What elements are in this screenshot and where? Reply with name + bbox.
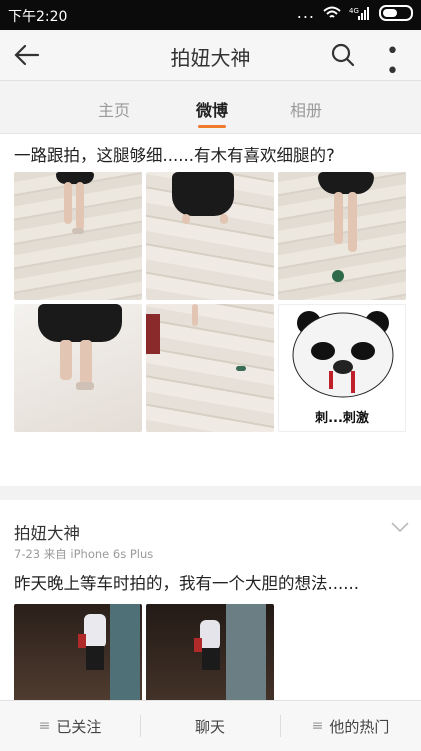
followed-label: 已关注: [56, 717, 102, 736]
svg-text:4G: 4G: [349, 7, 359, 15]
chat-label: 聊天: [194, 717, 225, 736]
bottom-toolbar: ≡ 已关注 聊天 ≡ 他的热门: [0, 700, 421, 751]
chat-button[interactable]: 聊天: [140, 701, 280, 751]
nav-bar: 拍妞大神 • • •: [0, 30, 421, 103]
active-tab-indicator: [198, 125, 226, 128]
battery-icon: [379, 5, 413, 21]
hot-posts-button[interactable]: ≡ 他的热门: [280, 701, 421, 751]
post-meta: 7-23 来自 iPhone 6s Plus: [14, 547, 154, 561]
wifi-icon: [323, 6, 341, 18]
meme-image[interactable]: 刺...刺激: [278, 304, 406, 432]
post-card[interactable]: 一路跟拍，这腿够细......有木有喜欢细腿的? 刺...刺激: [0, 134, 421, 610]
followed-button[interactable]: ≡ 已关注: [0, 701, 140, 751]
search-icon[interactable]: [328, 40, 358, 70]
post-image[interactable]: [146, 304, 274, 432]
hot-posts-label: 他的热门: [329, 717, 390, 736]
post-author[interactable]: 拍妞大神: [14, 520, 80, 544]
post-text: 昨天晚上等车时拍的，我有一个大胆的想法......: [14, 574, 359, 593]
post-image[interactable]: [146, 172, 274, 300]
more-options-icon[interactable]: • • •: [378, 41, 408, 103]
post-card[interactable]: 拍妞大神 7-23 来自 iPhone 6s Plus 昨天晚上等车时拍的，我有…: [0, 500, 421, 732]
notification-dots: ...: [296, 3, 315, 22]
tab-home[interactable]: 主页: [74, 97, 154, 121]
post-image[interactable]: [14, 172, 142, 300]
panda-meme-icon: [292, 311, 394, 398]
status-bar: 下午2:20 ... 4G: [0, 0, 421, 30]
profile-tabs: 主页 微博 相册: [0, 81, 421, 134]
list-icon: ≡: [38, 718, 51, 734]
signal-icon: 4G: [349, 7, 369, 20]
meme-caption: 刺...刺激: [315, 411, 369, 426]
chevron-down-icon[interactable]: [390, 520, 410, 534]
status-time: 下午2:20: [8, 9, 68, 25]
list-icon: ≡: [311, 718, 324, 734]
tab-album[interactable]: 相册: [266, 97, 346, 121]
post-image[interactable]: [14, 304, 142, 432]
tab-weibo[interactable]: 微博: [172, 97, 252, 121]
post-text: 一路跟拍，这腿够细......有木有喜欢细腿的?: [14, 146, 335, 165]
post-image[interactable]: [278, 172, 406, 300]
